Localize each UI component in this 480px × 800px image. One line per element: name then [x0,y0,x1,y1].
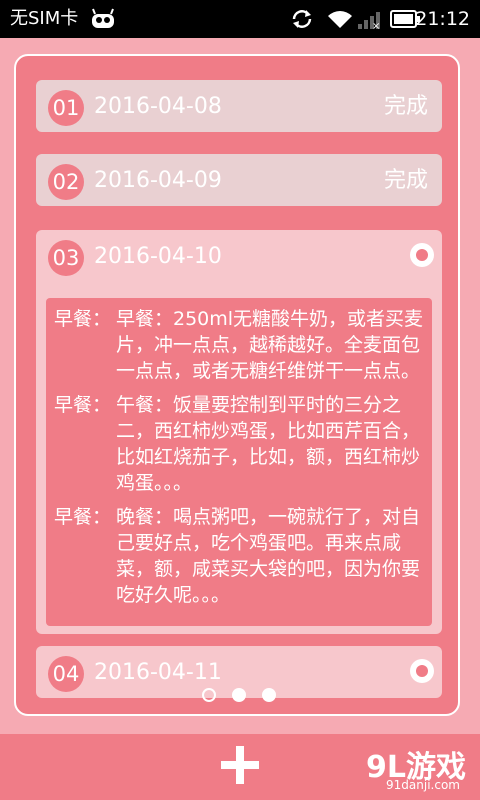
item-date: 2016-04-09 [94,168,222,193]
page-indicator [200,686,280,704]
carrier-label: 无SIM卡 [10,8,79,29]
meal-label: 早餐： [54,308,112,330]
completion-radio-icon[interactable] [410,243,434,267]
add-entry-button[interactable] [221,746,259,784]
diary-item-01[interactable]: 01 2016-04-08 完成 [36,80,442,132]
android-icon [92,8,114,28]
meal-plan-detail: 早餐： 早餐：250ml无糖酸牛奶，或者买麦片，冲一点点，越稀越好。全麦面包一点… [46,298,432,626]
item-number-badge: 03 [48,240,84,276]
item-date: 2016-04-08 [94,94,222,119]
item-number-badge: 02 [48,164,84,200]
signal-icon: × [358,12,380,30]
diary-panel: 01 2016-04-08 完成 02 2016-04-09 完成 03 201… [14,54,460,716]
meal-entry: 早餐： 早餐：250ml无糖酸牛奶，或者买麦片，冲一点点，越稀越好。全麦面包一点… [54,306,424,384]
meal-text: 晚餐：喝点粥吧，一碗就行了，对自己要好点，吃个鸡蛋吧。再来点咸菜，额，咸菜买大袋… [116,506,421,606]
item-number-badge: 04 [48,656,84,692]
page-dot-active[interactable] [202,688,216,702]
meal-label: 早餐： [54,394,112,416]
item-number-badge: 01 [48,90,84,126]
bottom-bar: 9L游戏 91danji.com [0,734,480,800]
item-date: 2016-04-10 [94,244,222,269]
completion-radio-icon[interactable] [410,659,434,683]
meal-entry: 早餐： 午餐：饭量要控制到平时的三分之二，西红柿炒鸡蛋，比如西芹百合，比如红烧茄… [54,392,424,496]
item-status-done: 完成 [383,168,428,193]
diary-item-03-expanded[interactable]: 03 2016-04-10 早餐： 早餐：250ml无糖酸牛奶，或者买麦片，冲一… [36,230,442,634]
meal-text: 午餐：饭量要控制到平时的三分之二，西红柿炒鸡蛋，比如西芹百合，比如红烧茄子，比如… [116,394,421,494]
sync-icon [292,10,312,28]
page-dot[interactable] [262,688,276,702]
status-bar: 无SIM卡 × 21:12 [0,0,480,38]
watermark-logo: 9L游戏 91danji.com [296,742,466,792]
meal-text: 早餐：250ml无糖酸牛奶，或者买麦片，冲一点点，越稀越好。全麦面包一点点，或者… [116,308,424,382]
watermark-url: 91danji.com [386,778,460,792]
item-date: 2016-04-11 [94,660,222,685]
wifi-icon [328,11,352,28]
meal-entry: 早餐： 晚餐：喝点粥吧，一碗就行了，对自己要好点，吃个鸡蛋吧。再来点咸菜，额，咸… [54,504,424,608]
page-dot[interactable] [232,688,246,702]
clock-time: 21:12 [415,8,470,30]
svg-text:×: × [372,21,380,30]
item-status-done: 完成 [383,94,428,119]
meal-label: 早餐： [54,506,112,528]
diary-item-02[interactable]: 02 2016-04-09 完成 [36,154,442,206]
